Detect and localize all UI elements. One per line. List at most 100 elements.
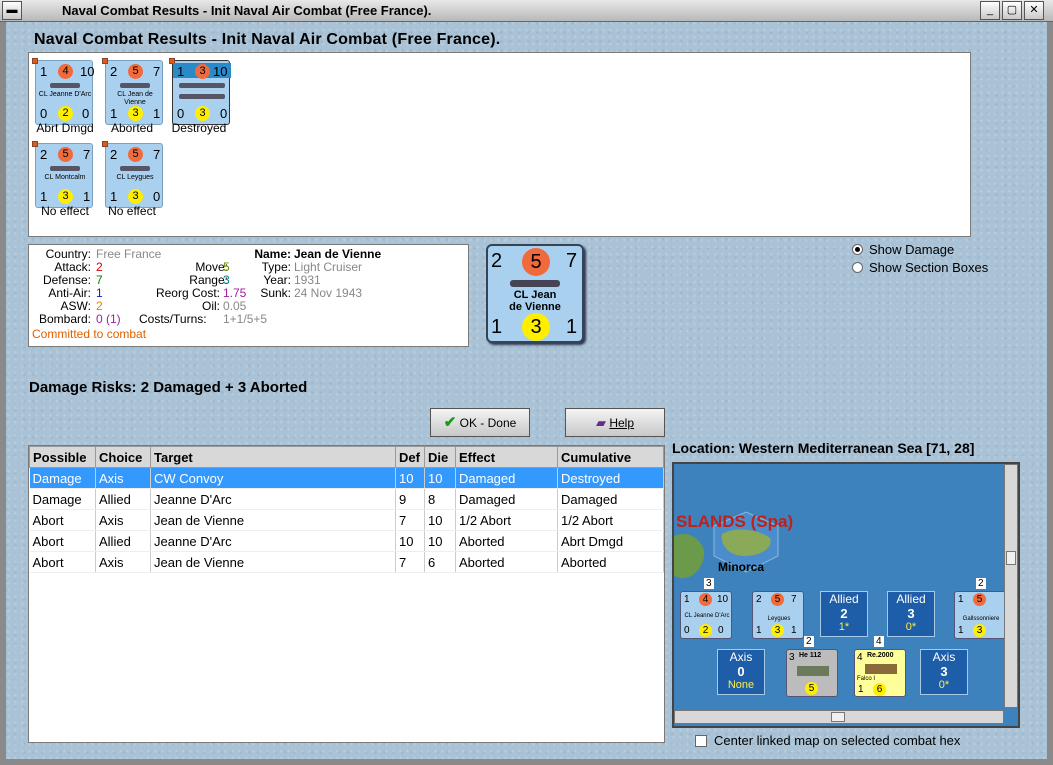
unit-info-panel: Country: Free France Attack: 2 Defense: … — [28, 244, 469, 347]
table-row[interactable]: Abort Allied Jeanne D'Arc 10 10 Aborted Abrt D… — [29, 530, 664, 552]
show-damage-label[interactable]: Show Damage — [869, 242, 954, 257]
unit-defense: 5 — [128, 147, 143, 162]
bigcard-aa: 1 — [491, 316, 503, 338]
box-label: Allied — [829, 592, 859, 606]
air-unit-card[interactable]: 3 He 112 5 — [786, 649, 838, 697]
cell: 10 — [395, 467, 425, 489]
center-map-label[interactable]: Center linked map on selected combat hex — [714, 733, 960, 748]
cell: Jeanne D'Arc — [150, 488, 396, 510]
minimize-button[interactable]: _ — [980, 1, 1000, 20]
display-options: Show Damage Show Section Boxes — [850, 240, 1006, 278]
cell: 10 — [395, 530, 425, 552]
column-header[interactable]: Def — [395, 446, 425, 468]
box-count: 3 — [907, 606, 915, 621]
close-button[interactable]: ✕ — [1024, 1, 1044, 20]
column-header[interactable]: Choice — [95, 446, 151, 468]
column-header[interactable]: Possible — [29, 446, 96, 468]
scroll-thumb[interactable] — [831, 712, 845, 722]
cell: Destroyed — [557, 467, 664, 489]
unit-attack: 1 — [40, 64, 48, 79]
unit-attack: 1 — [177, 64, 185, 79]
box-count: 3 — [940, 664, 948, 679]
unit-results-panel: 1 4 10 CL Jeanne D'Arc 0 2 0 Abrt Dmgd 2… — [28, 52, 971, 237]
unit-attack: 1 — [958, 594, 964, 605]
ship-icon — [120, 166, 150, 171]
unit-name: CL Jean de Vienne — [117, 91, 153, 106]
center-map-checkbox[interactable] — [695, 735, 707, 747]
help-button[interactable]: ▰ Help — [565, 408, 665, 437]
cell: 7 — [395, 551, 425, 573]
unit-name: CL Jeanne D'Arc — [38, 91, 92, 98]
cell: Jean de Vienne — [150, 551, 396, 573]
scroll-thumb[interactable] — [1006, 551, 1016, 565]
map-unit-card[interactable]: 1 4 10 CL Jeanne D'Arc 0 2 0 — [680, 591, 732, 639]
sunk-label: Sunk: — [260, 286, 291, 300]
axis-summary-box: Axis 0 None — [717, 649, 765, 695]
costs-value: 1+1/5+5 — [223, 312, 268, 326]
map-horizontal-scrollbar[interactable] — [674, 710, 1004, 724]
map-vertical-scrollbar[interactable] — [1004, 464, 1018, 708]
air-range: 6 — [873, 683, 886, 696]
unit-range: 2 — [699, 624, 712, 637]
flag-marker — [102, 141, 108, 147]
column-header[interactable]: Effect — [455, 446, 558, 468]
unit-asw: 0 — [153, 189, 161, 204]
unit-attack: 1 — [684, 594, 690, 605]
cell: Damaged — [455, 467, 558, 489]
unit-move: 10 — [213, 64, 228, 79]
unit-name: CL Montcalm — [44, 174, 86, 181]
unit-name: CL Jeanne D'Arc — [684, 613, 730, 619]
cell: Abrt Dmgd — [557, 530, 664, 552]
unit-range: 3 — [128, 106, 143, 121]
unit-card[interactable]: 2 5 7 CL Leygues 1 3 0 — [102, 141, 163, 208]
show-sections-radio[interactable] — [852, 262, 863, 273]
page-title: Naval Combat Results - Init Naval Air Co… — [34, 31, 501, 48]
unit-card[interactable]: 2 5 7 CL Jean de Vienne 1 3 1 — [102, 58, 163, 125]
column-header[interactable]: Die — [424, 446, 456, 468]
column-header[interactable]: Target — [150, 446, 396, 468]
ship-icon — [510, 280, 560, 287]
ok-done-button[interactable]: ✔ OK - Done — [430, 408, 530, 437]
unit-asw: 1 — [791, 625, 797, 636]
book-icon: ▰ — [595, 415, 606, 430]
unit-aa: 1 — [958, 625, 964, 636]
unit-name: Gallssonniere — [962, 616, 1000, 622]
show-damage-radio[interactable] — [852, 244, 863, 255]
unit-move: 7 — [153, 147, 161, 162]
unit-card-convoy[interactable]: 1 3 10 0 3 0 — [169, 58, 231, 125]
cell: Aborted — [455, 551, 558, 573]
air-unit-card[interactable]: 4 Re.2000 Falco I 1 6 — [854, 649, 906, 697]
unit-aa: 1 — [756, 625, 762, 636]
table-row[interactable]: Abort Axis Jean de Vienne 7 6 Aborted Aborted — [29, 551, 664, 573]
unit-move: 10 — [717, 594, 729, 605]
cell: CW Convoy — [150, 467, 396, 489]
table-row[interactable]: Abort Axis Jean de Vienne 7 10 1/2 Abort 1/2 A… — [29, 509, 664, 531]
box-count: 0 — [737, 664, 745, 679]
cell: 8 — [424, 488, 456, 510]
bigcard-range: 3 — [522, 313, 550, 341]
flag-marker — [102, 58, 108, 64]
unit-name: CL Leygues — [116, 174, 154, 181]
unit-card[interactable]: 2 5 7 CL Montcalm 1 3 1 — [32, 141, 93, 208]
show-sections-label[interactable]: Show Section Boxes — [869, 260, 988, 275]
column-header[interactable]: Cumulative — [557, 446, 664, 468]
maximize-button[interactable]: ▢ — [1002, 1, 1022, 20]
table-row[interactable]: Damage Allied Jeanne D'Arc 9 8 Damaged Damaged — [29, 488, 664, 510]
table-row[interactable]: Damage Axis CW Convoy 10 10 Damaged Destroyed — [29, 467, 664, 489]
map-unit-card[interactable]: 1 5 Gallssonniere 1 3 — [954, 591, 1006, 639]
cell: Allied — [95, 530, 151, 552]
cell: 1/2 Abort — [557, 509, 664, 531]
system-menu-icon[interactable]: ▬ — [2, 1, 22, 20]
unit-result-caption: No effect — [108, 204, 156, 218]
combat-map[interactable]: SLANDS (Spa) Minorca 3 1 4 10 CL Jeanne … — [672, 462, 1020, 728]
ok-done-label: OK - Done — [459, 416, 517, 430]
unit-result-caption: Destroyed — [171, 121, 227, 135]
map-unit-card[interactable]: 2 5 7 Leygues 1 3 1 — [752, 591, 804, 639]
cell: Allied — [95, 488, 151, 510]
unit-aa: 0 — [684, 625, 690, 636]
unit-card[interactable]: 1 4 10 CL Jeanne D'Arc 0 2 0 — [32, 58, 94, 125]
aircraft-icon — [797, 666, 829, 676]
allied-summary-box: Allied 3 0* — [887, 591, 935, 637]
aircraft-icon — [865, 664, 897, 674]
box-count: 2 — [840, 606, 848, 621]
